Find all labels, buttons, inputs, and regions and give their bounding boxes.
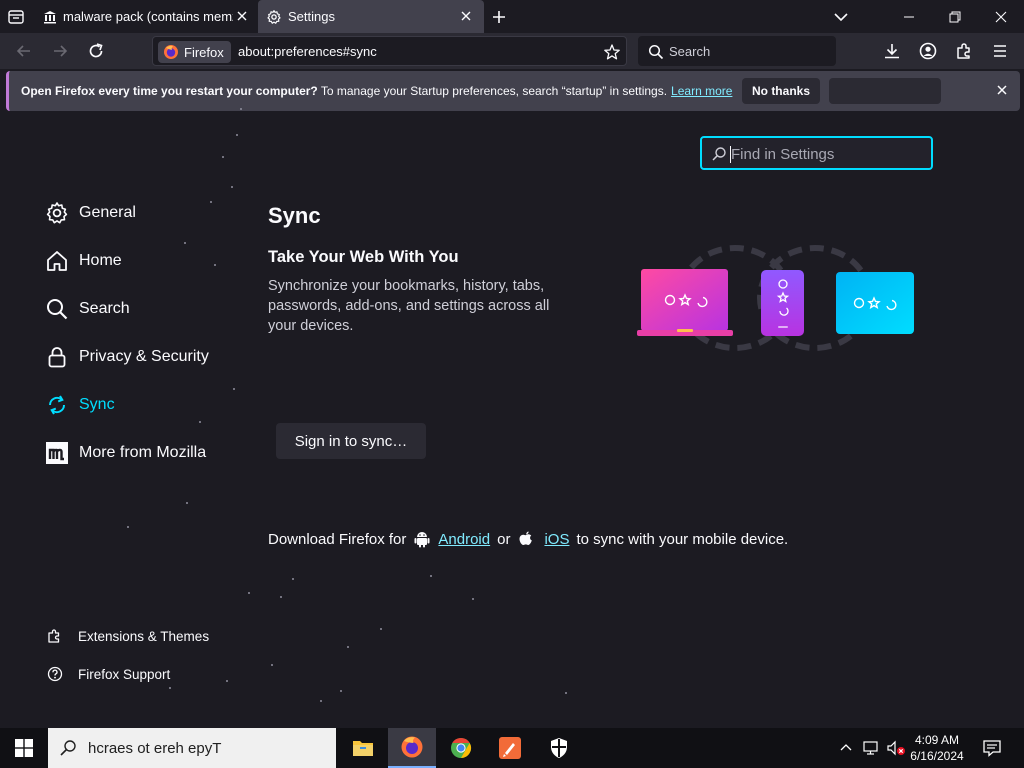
tab-malware-pack[interactable]: malware pack (contains memz)	[34, 0, 256, 33]
category-home[interactable]: Home	[45, 246, 122, 276]
close-window-icon[interactable]	[978, 0, 1024, 33]
download-firefox-line: Download Firefox for Android or iOS to s…	[268, 530, 788, 548]
windows-taskbar: hcraes ot ereh epyT 4:09 AM 6/16/2024	[0, 728, 1024, 768]
new-tab-icon[interactable]	[490, 8, 508, 26]
category-label: General	[79, 204, 136, 221]
tab-settings[interactable]: Settings	[258, 0, 484, 33]
sync-description: Synchronize your bookmarks, history, tab…	[268, 278, 550, 334]
ios-link[interactable]: iOS	[544, 531, 569, 548]
gear-icon	[45, 201, 69, 225]
close-tab-icon[interactable]	[235, 9, 249, 23]
search-icon	[45, 297, 69, 321]
reload-icon[interactable]	[86, 41, 106, 61]
firefox-icon	[163, 44, 179, 60]
chevron-down-icon[interactable]	[832, 8, 850, 26]
tab-strip: malware pack (contains memz) Settings	[0, 0, 1024, 33]
category-label: Home	[79, 252, 122, 269]
close-tab-icon[interactable]	[459, 9, 473, 23]
sync-subheading: Take Your Web With You	[268, 248, 459, 266]
notification-action-button[interactable]	[829, 78, 941, 104]
notification-bold-text: Open Firefox every time you restart your…	[21, 84, 318, 98]
taskbar-search-box[interactable]: hcraes ot ereh epyT	[48, 728, 336, 768]
category-more-from-mozilla[interactable]: More from Mozilla	[45, 438, 206, 468]
category-label: More from Mozilla	[79, 444, 207, 461]
menu-icon[interactable]	[990, 41, 1010, 61]
sync-devices-illustration	[632, 240, 922, 365]
mozilla-icon	[45, 441, 69, 465]
taskbar-search-text: hcraes ot ereh epyT	[88, 740, 222, 757]
apple-icon	[517, 530, 535, 548]
forward-arrow-icon[interactable]	[50, 41, 70, 61]
identity-label: Firefox	[184, 44, 224, 60]
notification-text: To manage your Startup preferences, sear…	[317, 84, 668, 98]
no-thanks-button[interactable]: No thanks	[742, 78, 820, 104]
android-link[interactable]: Android	[438, 531, 490, 548]
category-search[interactable]: Search	[45, 294, 130, 324]
address-bar[interactable]: Firefox about:preferences#sync	[152, 36, 627, 66]
app-icon[interactable]	[486, 728, 534, 768]
download-suffix: to sync with your mobile device.	[576, 530, 789, 548]
or-text: or	[497, 530, 511, 548]
restore-icon[interactable]	[932, 0, 978, 33]
windows-start-icon[interactable]	[0, 728, 48, 768]
tab-title: malware pack (contains memz)	[63, 9, 233, 24]
learn-more-link[interactable]: Learn more	[671, 84, 732, 98]
category-general[interactable]: General	[45, 198, 136, 228]
startup-notification-bar: Open Firefox every time you restart your…	[6, 71, 1020, 111]
android-icon	[413, 530, 431, 548]
extensions-icon[interactable]	[954, 41, 974, 61]
gear-icon	[266, 9, 282, 25]
museum-icon	[42, 9, 58, 25]
category-label: Privacy & Security	[79, 348, 209, 365]
network-icon[interactable]	[862, 740, 880, 756]
file-explorer-icon[interactable]	[339, 728, 387, 768]
category-sync[interactable]: Sync	[45, 390, 115, 420]
clock-time: 4:09 AM	[914, 733, 960, 747]
firefox-support-link[interactable]: Firefox Support	[47, 666, 170, 682]
chrome-icon[interactable]	[437, 728, 485, 768]
category-privacy-security[interactable]: Privacy & Security	[45, 342, 209, 372]
tab-title: Settings	[288, 9, 335, 24]
download-prefix: Download Firefox for	[268, 530, 407, 548]
category-label: Sync	[79, 396, 115, 413]
system-clock[interactable]: 4:09 AM 6/16/2024	[902, 732, 972, 764]
minimize-icon[interactable]	[886, 0, 932, 33]
back-arrow-icon[interactable]	[14, 41, 34, 61]
download-icon[interactable]	[882, 41, 902, 61]
category-label: Search	[79, 300, 130, 317]
lock-icon	[45, 345, 69, 369]
navigation-toolbar: Firefox about:preferences#sync Search	[0, 33, 1024, 69]
identity-box[interactable]: Firefox	[158, 41, 231, 63]
search-placeholder: Search	[669, 44, 711, 59]
security-icon[interactable]	[535, 728, 583, 768]
page-title: Sync	[268, 203, 321, 228]
sync-icon	[45, 393, 69, 417]
home-icon	[45, 249, 69, 273]
search-icon	[648, 44, 664, 60]
sign-in-to-sync-button[interactable]: Sign in to sync…	[276, 423, 426, 459]
search-icon	[711, 146, 727, 162]
footer-link-label: Firefox Support	[78, 666, 171, 682]
help-icon	[47, 666, 63, 682]
search-icon	[59, 739, 77, 757]
notification-message: Open Firefox every time you restart your…	[21, 84, 732, 98]
find-placeholder: Find in Settings	[731, 146, 835, 163]
footer-link-label: Extensions & Themes	[78, 628, 210, 644]
notification-center-icon[interactable]	[982, 738, 1002, 758]
puzzle-icon	[47, 628, 63, 644]
star-icon[interactable]	[603, 43, 621, 61]
chevron-up-icon[interactable]	[838, 740, 854, 756]
extensions-themes-link[interactable]: Extensions & Themes	[47, 628, 209, 644]
search-bar[interactable]: Search	[638, 36, 836, 66]
clock-date: 6/16/2024	[910, 749, 964, 763]
find-in-settings-input[interactable]: Find in Settings	[700, 136, 933, 170]
firefox-taskbar-icon[interactable]	[388, 728, 436, 768]
close-icon[interactable]	[995, 83, 1009, 97]
url-text[interactable]: about:preferences#sync	[238, 44, 377, 59]
account-icon[interactable]	[918, 41, 938, 61]
tab-list-icon[interactable]	[6, 7, 26, 27]
